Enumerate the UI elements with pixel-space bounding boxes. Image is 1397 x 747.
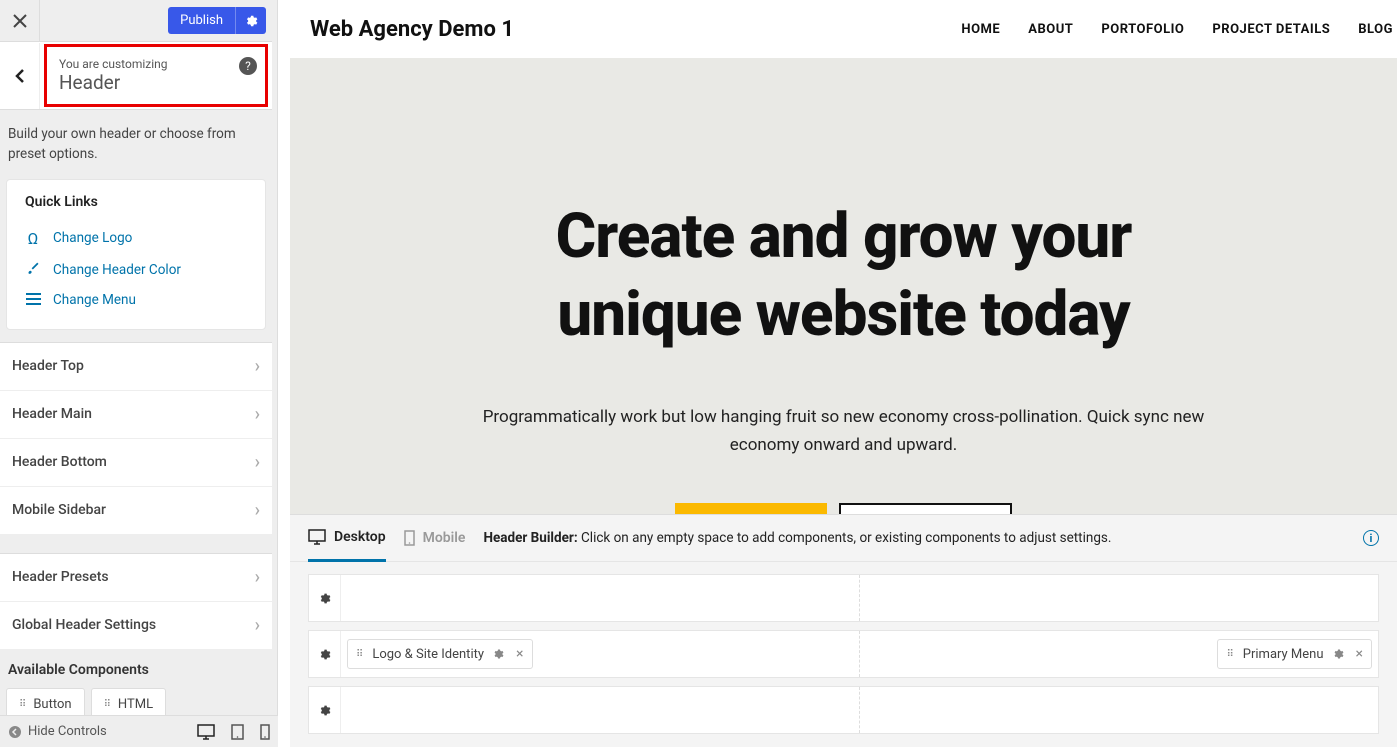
gear-icon[interactable] bbox=[1332, 648, 1344, 660]
builder-tab-mobile[interactable]: Mobile bbox=[404, 516, 466, 560]
row-settings-button[interactable] bbox=[309, 631, 341, 677]
row-settings-button[interactable] bbox=[309, 687, 341, 733]
panel-description: Build your own header or choose from pre… bbox=[0, 110, 272, 179]
gear-icon[interactable] bbox=[492, 648, 504, 660]
hero-subtitle: Programmatically work but low hanging fr… bbox=[464, 403, 1224, 459]
section-list-2: Header Presets› Global Header Settings› bbox=[0, 553, 272, 650]
preview-site-header: Web Agency Demo 1 HOME ABOUT PORTOFOLIO … bbox=[290, 0, 1397, 58]
gear-icon bbox=[318, 592, 331, 605]
chevron-right-icon: › bbox=[255, 404, 260, 425]
drag-icon: ⠿ bbox=[104, 699, 112, 710]
builder-row-main[interactable]: ⠿ Logo & Site Identity × ⠿ Primary Menu … bbox=[308, 630, 1379, 678]
desktop-device-icon[interactable] bbox=[197, 724, 215, 740]
panel-big-label: Header bbox=[59, 71, 253, 94]
builder-help-text: Header Builder: Click on any empty space… bbox=[483, 530, 1111, 546]
builder-grid: ⠿ Logo & Site Identity × ⠿ Primary Menu … bbox=[290, 562, 1397, 747]
chevron-right-icon: › bbox=[255, 500, 260, 521]
site-title[interactable]: Web Agency Demo 1 bbox=[310, 17, 514, 42]
tablet-device-icon[interactable] bbox=[231, 724, 244, 740]
sidebar-topbar: Publish bbox=[0, 0, 272, 42]
quicklink-label: Change Menu bbox=[53, 292, 136, 308]
section-mobile-sidebar[interactable]: Mobile Sidebar› bbox=[0, 487, 272, 535]
chevron-right-icon: › bbox=[255, 356, 260, 377]
nav-about[interactable]: ABOUT bbox=[1028, 22, 1073, 37]
section-header-presets[interactable]: Header Presets› bbox=[0, 554, 272, 602]
close-button[interactable] bbox=[0, 0, 40, 42]
hero-title: Create and grow your unique website toda… bbox=[330, 198, 1357, 353]
gear-icon bbox=[318, 648, 331, 661]
sidebar-bottom-bar: Hide Controls bbox=[0, 715, 278, 747]
info-icon[interactable]: i bbox=[1363, 530, 1379, 546]
panel-small-label: You are customizing bbox=[59, 57, 253, 71]
nav-blog[interactable]: BLOG bbox=[1358, 22, 1393, 37]
brush-icon bbox=[25, 262, 41, 277]
hero-see-demos-button[interactable]: SEE ALL DEMOS bbox=[839, 503, 1011, 514]
builder-tab-bar: Desktop Mobile Header Builder: Click on … bbox=[290, 514, 1397, 562]
hero-section: Create and grow your unique website toda… bbox=[290, 58, 1397, 514]
section-header-bottom[interactable]: Header Bottom› bbox=[0, 439, 272, 487]
section-header-top[interactable]: Header Top› bbox=[0, 343, 272, 391]
customizer-sidebar: Publish You are customizing Header ? Bui… bbox=[0, 0, 278, 720]
component-logo-site-identity[interactable]: ⠿ Logo & Site Identity × bbox=[347, 639, 533, 669]
panel-title-box: You are customizing Header ? bbox=[44, 44, 268, 107]
gear-icon bbox=[244, 14, 258, 28]
quicklink-change-menu[interactable]: Change Menu bbox=[25, 285, 247, 315]
drag-icon: ⠿ bbox=[1226, 649, 1234, 660]
component-primary-menu[interactable]: ⠿ Primary Menu × bbox=[1217, 639, 1372, 669]
hide-controls-button[interactable]: Hide Controls bbox=[8, 724, 107, 739]
nav-home[interactable]: HOME bbox=[961, 22, 1000, 37]
gear-icon bbox=[318, 704, 331, 717]
builder-row-top[interactable] bbox=[308, 574, 1379, 622]
row-settings-button[interactable] bbox=[309, 575, 341, 621]
available-components-title: Available Components bbox=[0, 650, 272, 688]
quick-links-card: Quick Links Ω Change Logo Change Header … bbox=[6, 179, 266, 330]
publish-settings-button[interactable] bbox=[235, 7, 266, 34]
chevron-right-icon: › bbox=[255, 615, 260, 636]
primary-nav: HOME ABOUT PORTOFOLIO PROJECT DETAILS BL… bbox=[961, 22, 1397, 37]
builder-row-bottom[interactable] bbox=[308, 686, 1379, 734]
menu-icon bbox=[25, 293, 41, 306]
omega-icon: Ω bbox=[25, 229, 41, 248]
panel-header: You are customizing Header ? bbox=[0, 42, 272, 110]
chevron-right-icon: › bbox=[255, 567, 260, 588]
help-icon[interactable]: ? bbox=[239, 57, 257, 75]
back-button[interactable] bbox=[0, 43, 40, 109]
remove-component-icon[interactable]: × bbox=[516, 646, 523, 662]
chevron-right-icon: › bbox=[255, 452, 260, 473]
quicklink-change-header-color[interactable]: Change Header Color bbox=[25, 255, 247, 285]
drag-icon: ⠿ bbox=[356, 649, 364, 660]
publish-button[interactable]: Publish bbox=[168, 7, 235, 34]
mobile-device-icon[interactable] bbox=[260, 724, 270, 740]
builder-tab-desktop[interactable]: Desktop bbox=[308, 515, 386, 562]
quicklink-label: Change Logo bbox=[53, 230, 132, 246]
quicklink-label: Change Header Color bbox=[53, 262, 181, 278]
hero-learn-more-button[interactable]: LEARN MORE bbox=[675, 503, 827, 514]
preview-frame: Web Agency Demo 1 HOME ABOUT PORTOFOLIO … bbox=[290, 0, 1397, 514]
drag-icon: ⠿ bbox=[19, 699, 27, 710]
section-global-header-settings[interactable]: Global Header Settings› bbox=[0, 602, 272, 650]
collapse-icon bbox=[8, 725, 22, 739]
nav-portfolio[interactable]: PORTOFOLIO bbox=[1101, 22, 1184, 37]
quicklink-change-logo[interactable]: Ω Change Logo bbox=[25, 222, 247, 255]
desktop-icon bbox=[308, 529, 326, 545]
section-list-1: Header Top› Header Main› Header Bottom› … bbox=[0, 342, 272, 535]
section-header-main[interactable]: Header Main› bbox=[0, 391, 272, 439]
quick-links-title: Quick Links bbox=[25, 194, 247, 210]
mobile-icon bbox=[404, 530, 415, 546]
remove-component-icon[interactable]: × bbox=[1356, 646, 1363, 662]
nav-project-details[interactable]: PROJECT DETAILS bbox=[1212, 22, 1330, 37]
